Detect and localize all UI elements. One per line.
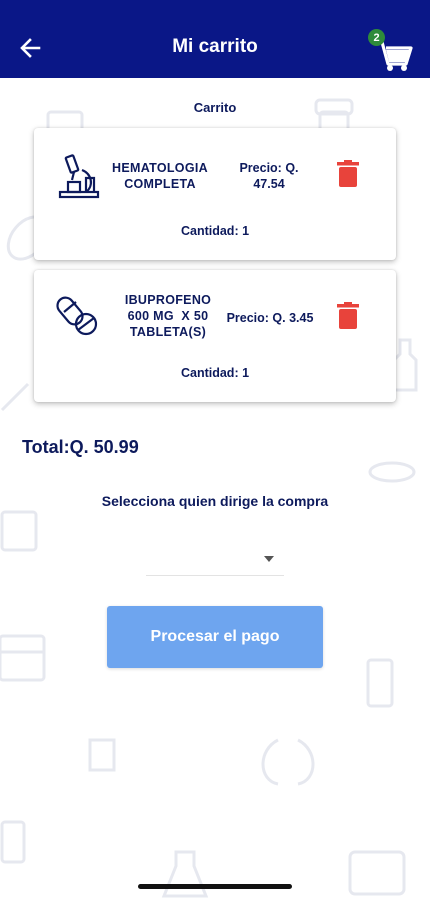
product-name-line: IBUPROFENO xyxy=(124,293,212,307)
product-name-line: COMPLETA xyxy=(124,177,196,191)
pills-icon xyxy=(56,296,98,336)
product-price: Precio: Q. 3.45 xyxy=(226,311,314,325)
product-name: IBUPROFENO 600 MG X 50 TABLETA(S) xyxy=(114,292,222,340)
price-line: Precio: Q. xyxy=(239,161,299,175)
home-indicator xyxy=(138,884,292,889)
product-name: HEMATOLOGIA COMPLETA xyxy=(112,160,208,192)
delete-trash-icon[interactable] xyxy=(336,160,360,188)
product-price: Precio: Q. 47.54 xyxy=(230,160,308,192)
delete-trash-icon[interactable] xyxy=(336,302,360,330)
product-name-line: TABLETA(S) xyxy=(129,325,207,339)
quantity-label: Cantidad: 1 xyxy=(180,224,250,238)
cart-item-card: IBUPROFENO 600 MG X 50 TABLETA(S) Precio… xyxy=(34,270,396,402)
product-name-line: HEMATOLOGIA xyxy=(112,161,208,175)
cart-section-label: Carrito xyxy=(193,100,237,115)
buyer-dropdown[interactable] xyxy=(146,546,284,576)
buyer-select-label: Selecciona quien dirige la compra xyxy=(101,493,329,509)
app-header: Mi carrito 2 xyxy=(0,0,430,78)
chevron-down-icon xyxy=(264,556,274,562)
process-payment-button[interactable]: Procesar el pago xyxy=(107,606,323,668)
microscope-icon xyxy=(58,154,100,199)
cart-item-card: HEMATOLOGIA COMPLETA Precio: Q. 47.54 Ca… xyxy=(34,128,396,260)
product-name-line: 600 MG X 50 xyxy=(127,309,209,323)
price-line: 47.54 xyxy=(253,177,285,191)
page-title: Mi carrito xyxy=(172,36,258,57)
quantity-label: Cantidad: 1 xyxy=(180,366,250,380)
cart-total: Total:Q. 50.99 xyxy=(22,437,139,457)
cart-count-badge: 2 xyxy=(368,29,385,46)
